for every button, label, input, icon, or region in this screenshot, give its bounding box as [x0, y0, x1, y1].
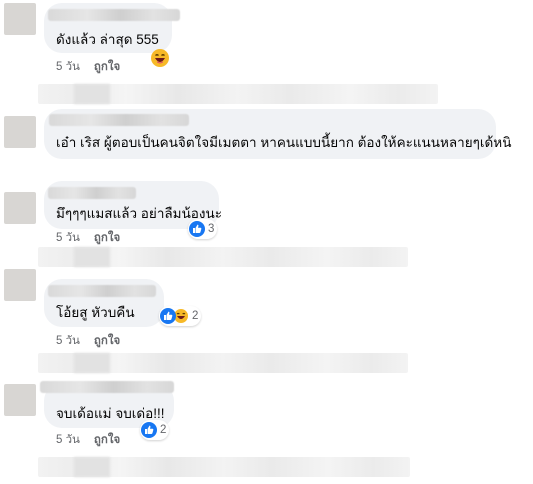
- redacted-reply-link[interactable]: [38, 457, 410, 477]
- like-link[interactable]: ถูกใจ: [94, 335, 120, 347]
- redacted-reply-link[interactable]: [38, 247, 408, 267]
- commenter-name-redacted[interactable]: [48, 285, 156, 297]
- comment-meta: 5 วัน ถูกใจ: [56, 58, 120, 76]
- reaction-summary[interactable]: 2: [159, 306, 202, 326]
- commenter-name-redacted[interactable]: [48, 9, 180, 21]
- reaction-count: 2: [192, 310, 199, 322]
- comment-timestamp[interactable]: 5 วัน: [56, 232, 80, 244]
- avatar[interactable]: [4, 384, 36, 416]
- redacted-reply-link[interactable]: [38, 84, 438, 104]
- like-reaction-icon: [141, 422, 157, 438]
- like-reaction-icon: [189, 221, 205, 237]
- comment-meta: 5 วัน ถูกใจ: [56, 431, 120, 449]
- laughing-emoji-icon: [151, 49, 169, 67]
- comment-timestamp[interactable]: 5 วัน: [56, 61, 80, 73]
- like-link[interactable]: ถูกใจ: [94, 232, 120, 244]
- comment-meta: 5 วัน ถูกใจ: [56, 332, 120, 350]
- comment-meta: 5 วัน ถูกใจ: [56, 229, 120, 247]
- avatar[interactable]: [4, 116, 36, 148]
- avatar[interactable]: [4, 269, 36, 301]
- comment-timestamp[interactable]: 5 วัน: [56, 335, 80, 347]
- comment-thread: ดังแล้ว ล่าสุด 555 5 วัน ถูกใจ เอ๋า เริส …: [0, 0, 533, 484]
- like-link[interactable]: ถูกใจ: [94, 61, 120, 73]
- reaction-count: 2: [160, 424, 167, 436]
- avatar[interactable]: [4, 3, 36, 35]
- comment-timestamp[interactable]: 5 วัน: [56, 434, 80, 446]
- reaction-summary[interactable]: 2: [140, 420, 170, 440]
- commenter-name-redacted[interactable]: [49, 114, 189, 126]
- avatar[interactable]: [4, 192, 36, 224]
- like-reaction-icon: [160, 308, 176, 324]
- reaction-summary[interactable]: 3: [188, 219, 218, 239]
- comment-text: โอ้ยสู หัวบคืน: [56, 305, 135, 320]
- like-link[interactable]: ถูกใจ: [94, 434, 120, 446]
- comment-text: ดังแล้ว ล่าสุด 555: [56, 32, 159, 47]
- commenter-name-redacted[interactable]: [40, 381, 174, 393]
- reaction-count: 3: [208, 223, 215, 235]
- redacted-reply-link[interactable]: [38, 353, 408, 373]
- comment-text: เอ๋า เริส ผู้ตอบเป็นคนจิตใจมีเมตตา หาคนแ…: [56, 135, 512, 150]
- commenter-name-redacted[interactable]: [48, 187, 136, 199]
